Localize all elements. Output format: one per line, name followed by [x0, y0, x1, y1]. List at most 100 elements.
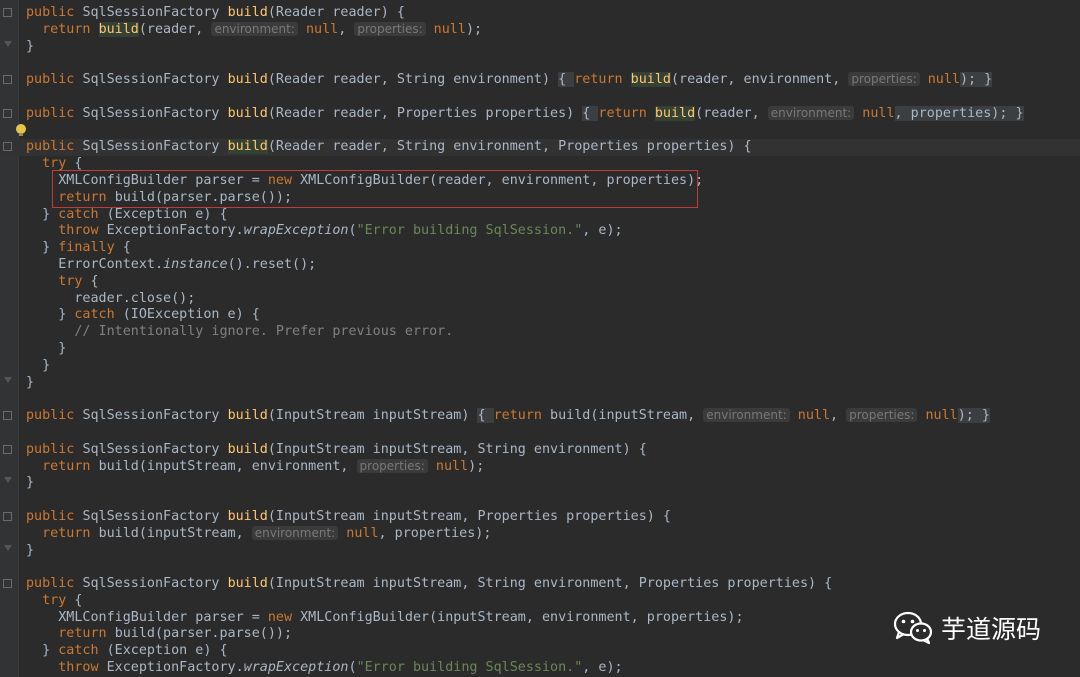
code-line[interactable]	[0, 559, 1080, 576]
code-line[interactable]: reader.close();	[0, 291, 1080, 308]
code-line[interactable]: public SqlSessionFactory build(InputStre…	[0, 509, 1080, 526]
code-token: build(inputStream,	[98, 525, 252, 541]
code-line[interactable]	[0, 425, 1080, 442]
code-line[interactable]: try {	[0, 274, 1080, 291]
code-token: build(parser.parse());	[114, 189, 293, 205]
watermark: 芋道源码	[893, 610, 1041, 646]
code-token: wrapException	[243, 223, 349, 239]
code-token: return	[574, 72, 631, 88]
code-line[interactable]: throw ExceptionFactory.wrapException("Er…	[0, 223, 1080, 240]
code-token: null	[919, 72, 960, 88]
code-line[interactable]: public SqlSessionFactory build(InputStre…	[0, 576, 1080, 593]
code-token: (Exception e) {	[106, 206, 228, 222]
code-line[interactable]: XMLConfigBuilder parser = new XMLConfigB…	[0, 173, 1080, 190]
code-line[interactable]: try {	[0, 156, 1080, 173]
code-token: {	[66, 156, 83, 172]
code-token: build	[227, 139, 268, 155]
folded-brace[interactable]: }	[981, 408, 990, 424]
code-token: catch	[74, 307, 123, 323]
code-line[interactable]: try {	[0, 593, 1080, 610]
code-token: {	[114, 240, 131, 256]
code-line[interactable]	[0, 123, 1080, 140]
parameter-hint: environment:	[767, 105, 855, 120]
folded-brace[interactable]: {	[477, 408, 494, 424]
code-line[interactable]: }	[0, 543, 1080, 560]
code-token: (IOException e) {	[122, 307, 260, 323]
fold-end-icon[interactable]	[4, 40, 12, 47]
fold-toggle-icon[interactable]	[3, 511, 12, 521]
code-line[interactable]: ErrorContext.instance().reset();	[0, 257, 1080, 274]
code-token: (Reader reader, Properties properties)	[267, 105, 583, 121]
code-line[interactable]: public SqlSessionFactory build(InputStre…	[0, 408, 1080, 425]
code-line[interactable]: return build(parser.parse());	[0, 190, 1080, 207]
fold-toggle-icon[interactable]	[3, 444, 12, 454]
fold-toggle-icon[interactable]	[3, 579, 12, 589]
code-token: catch	[58, 206, 107, 222]
fold-toggle-icon[interactable]	[3, 75, 12, 85]
code-token: build	[227, 576, 268, 592]
code-editor[interactable]: public SqlSessionFactory build(Reader re…	[0, 0, 1080, 677]
code-token: }	[26, 374, 35, 390]
code-line[interactable]	[0, 492, 1080, 509]
fold-toggle-icon[interactable]	[3, 142, 12, 152]
watermark-text: 芋道源码	[941, 615, 1042, 644]
code-token: build	[227, 441, 268, 457]
code-token: }	[58, 340, 67, 356]
folded-brace[interactable]: {	[558, 72, 575, 88]
code-token: (InputStream inputStream)	[267, 408, 478, 424]
code-token: , properties);	[894, 105, 1016, 121]
code-token: }	[42, 206, 59, 222]
lightbulb-icon[interactable]	[16, 123, 26, 136]
folded-brace[interactable]: }	[984, 72, 993, 88]
code-line[interactable]: } finally {	[0, 240, 1080, 257]
code-line[interactable]: } catch (IOException e) {	[0, 307, 1080, 324]
code-line[interactable]: // Intentionally ignore. Prefer previous…	[0, 324, 1080, 341]
folded-brace[interactable]: }	[1015, 105, 1024, 121]
code-token: XMLConfigBuilder(reader, environment, pr…	[300, 172, 704, 188]
code-token: null	[338, 525, 379, 541]
code-line[interactable]: public SqlSessionFactory build(Reader re…	[0, 139, 1080, 157]
code-line[interactable]: return build(reader, environment: null, …	[0, 21, 1080, 39]
code-token: SqlSessionFactory	[82, 576, 228, 592]
code-token: (Reader reader) {	[267, 5, 405, 20]
fold-toggle-icon[interactable]	[3, 411, 12, 421]
code-line[interactable]	[0, 55, 1080, 72]
code-line[interactable]: } catch (Exception e) {	[0, 207, 1080, 224]
code-line[interactable]: }	[0, 358, 1080, 375]
code-line[interactable]: public SqlSessionFactory build(Reader re…	[0, 5, 1080, 22]
code-area[interactable]: public SqlSessionFactory build(Reader re…	[0, 5, 1080, 677]
code-token: try	[42, 592, 67, 608]
code-line[interactable]	[0, 89, 1080, 106]
code-line[interactable]	[0, 391, 1080, 408]
fold-end-icon[interactable]	[4, 544, 12, 551]
fold-end-icon[interactable]	[4, 477, 12, 484]
code-token: (	[348, 660, 357, 676]
code-line[interactable]: }	[0, 375, 1080, 392]
parameter-hint: properties:	[354, 21, 426, 36]
code-token: }	[26, 475, 35, 491]
code-line[interactable]: public SqlSessionFactory build(Reader re…	[0, 72, 1080, 89]
folded-brace[interactable]: {	[582, 105, 599, 121]
code-token: null	[917, 408, 958, 424]
code-line[interactable]: public SqlSessionFactory build(Reader re…	[0, 105, 1080, 123]
fold-toggle-icon[interactable]	[3, 108, 12, 118]
code-line[interactable]: throw ExceptionFactory.wrapException("Er…	[0, 660, 1080, 677]
code-token: return	[42, 458, 99, 474]
code-token: build	[227, 408, 268, 424]
code-token: null	[425, 21, 466, 37]
code-token: ExceptionFactory.	[106, 660, 244, 676]
code-token: return	[42, 21, 99, 37]
code-line[interactable]: public SqlSessionFactory build(InputStre…	[0, 442, 1080, 459]
fold-end-icon[interactable]	[4, 376, 12, 383]
code-token: finally	[58, 240, 115, 256]
code-token: );	[465, 21, 483, 37]
code-line[interactable]: }	[0, 475, 1080, 492]
code-token: null	[854, 105, 895, 121]
code-line[interactable]: }	[0, 39, 1080, 56]
fold-toggle-icon[interactable]	[3, 8, 12, 17]
code-token: build(parser.parse());	[114, 626, 293, 642]
code-line[interactable]: return build(inputStream, environment, p…	[0, 458, 1080, 476]
code-line[interactable]: return build(inputStream, environment: n…	[0, 525, 1080, 543]
code-line[interactable]: }	[0, 341, 1080, 358]
parameter-hint: properties:	[848, 72, 920, 87]
